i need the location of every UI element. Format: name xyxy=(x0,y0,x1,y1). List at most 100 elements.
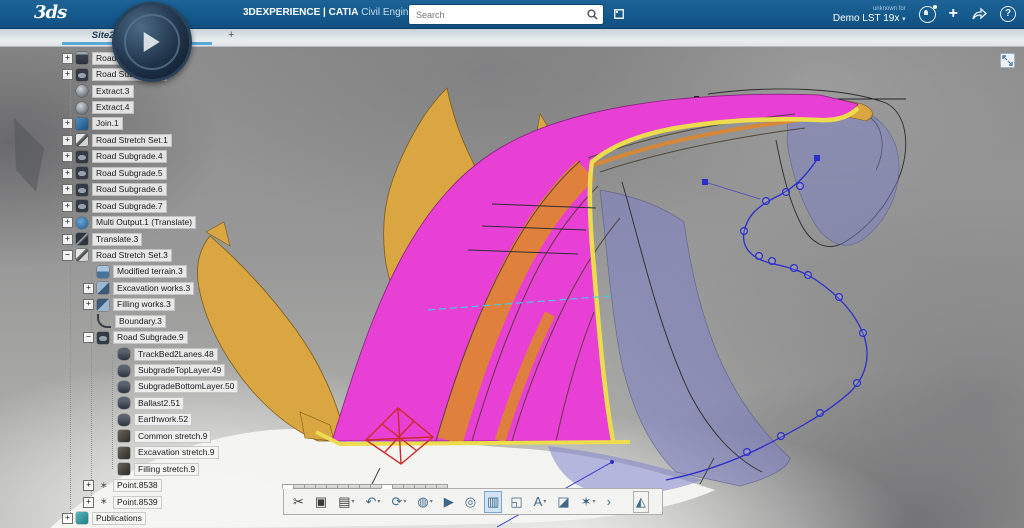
tree-item[interactable]: + Road Stretch Set.1 xyxy=(62,132,238,148)
alignment-point[interactable] xyxy=(854,380,861,387)
tree-item[interactable]: − Road Stretch Set.3 xyxy=(62,247,238,263)
alignment-point[interactable] xyxy=(741,228,748,235)
alignment-point[interactable] xyxy=(783,189,790,196)
tool-update[interactable]: ⟳ ▾ xyxy=(389,492,408,512)
tool-catalog-browser[interactable]: ▥ ▾ xyxy=(485,492,501,512)
tree-item-label[interactable]: Road Stretch Set.1 xyxy=(92,134,172,147)
tree-item[interactable]: Boundary.3 xyxy=(62,313,238,329)
tree-expander[interactable]: + xyxy=(62,118,73,129)
tree-item[interactable]: Filling stretch.9 xyxy=(62,461,238,477)
tool-caret-icon[interactable]: ▾ xyxy=(377,498,380,505)
tree-expander[interactable]: + xyxy=(62,184,73,195)
tree-item-label[interactable]: Common stretch.9 xyxy=(134,430,211,443)
tree-item-label[interactable]: Boundary.3 xyxy=(115,315,166,328)
tree-item-label[interactable]: Excavation works.3 xyxy=(113,282,194,295)
tree-item[interactable]: + Excavation works.3 xyxy=(62,280,238,296)
tree-expander[interactable]: + xyxy=(62,135,73,146)
maximize-viewport-icon[interactable] xyxy=(1000,53,1015,68)
tree-expander[interactable]: − xyxy=(62,250,73,261)
user-menu[interactable]: unknown for Demo LST 19x ▾ xyxy=(833,5,906,24)
tree-item-label[interactable]: Road Subgrade.5 xyxy=(92,167,167,180)
tree-item[interactable]: + Road Subgrade.7 xyxy=(62,198,238,214)
tool-copy[interactable]: ▣ ▾ xyxy=(313,492,329,512)
tree-item[interactable]: + Road Subgrade.6 xyxy=(62,182,238,198)
tree-expander[interactable]: + xyxy=(62,168,73,179)
tree-item[interactable]: Ballast2.51 xyxy=(62,395,238,411)
tree-item[interactable]: Excavation stretch.9 xyxy=(62,445,238,461)
compass-play-icon[interactable] xyxy=(144,32,160,52)
tree-expander[interactable]: − xyxy=(83,332,94,343)
tree-item-label[interactable]: Excavation stretch.9 xyxy=(134,446,219,459)
alignment-point[interactable] xyxy=(817,410,824,417)
tree-item[interactable]: SubgradeTopLayer.49 xyxy=(62,362,238,378)
tree-item[interactable]: + Translate.3 xyxy=(62,231,238,247)
tree-expander[interactable]: + xyxy=(62,513,73,524)
help-icon[interactable]: ? xyxy=(1000,6,1016,22)
tree-item-label[interactable]: Road Subgrade.6 xyxy=(92,183,167,196)
model-tree[interactable]: + Road Surface.1 + Road Subgrade.1 Extra… xyxy=(62,50,238,527)
tree-item[interactable]: Extract.4 xyxy=(62,99,238,115)
tool-measure[interactable]: ✶ ▾ xyxy=(579,492,598,512)
tree-item-label[interactable]: Modified terrain.3 xyxy=(113,265,187,278)
tool-extra-tool[interactable]: ◭ ▾ xyxy=(634,492,648,512)
tree-item[interactable]: + Multi Output.1 (Translate) xyxy=(62,214,238,230)
tool-preview[interactable]: ◎ ▾ xyxy=(463,492,478,512)
tree-item[interactable]: + Road Subgrade.4 xyxy=(62,149,238,165)
tree-item[interactable]: + Join.1 xyxy=(62,116,238,132)
search-bar[interactable] xyxy=(408,4,604,25)
tree-expander[interactable]: + xyxy=(83,480,94,491)
tree-item[interactable]: + Publications xyxy=(62,510,238,526)
tree-expander[interactable]: + xyxy=(83,283,94,294)
tree-expander[interactable]: + xyxy=(62,53,73,64)
search-icon[interactable] xyxy=(587,9,598,20)
alignment-point[interactable] xyxy=(763,198,770,205)
tree-item-label[interactable]: Multi Output.1 (Translate) xyxy=(92,216,196,229)
tree-item-label[interactable]: Extract.3 xyxy=(92,85,134,98)
tree-item-label[interactable]: Road Subgrade.9 xyxy=(113,331,188,344)
alignment-point[interactable] xyxy=(797,183,804,190)
tool-more[interactable]: › ▾ xyxy=(605,492,613,512)
add-content-icon[interactable]: + xyxy=(949,6,958,22)
tree-item[interactable]: Common stretch.9 xyxy=(62,428,238,444)
tree-expander[interactable]: + xyxy=(83,299,94,310)
tool-run[interactable]: ▶ ▾ xyxy=(442,492,456,512)
tree-item-label[interactable]: Earthwork.52 xyxy=(134,413,192,426)
tree-expander[interactable]: + xyxy=(62,234,73,245)
3d-viewport[interactable]: + Road Surface.1 + Road Subgrade.1 Extra… xyxy=(0,46,1024,528)
tree-item-label[interactable]: Filling stretch.9 xyxy=(134,463,199,476)
tree-item-label[interactable]: Road Subgrade.4 xyxy=(92,150,167,163)
tree-expander[interactable]: + xyxy=(62,69,73,80)
tree-expander[interactable]: + xyxy=(62,151,73,162)
tag-icon[interactable] xyxy=(611,6,628,23)
ribbon-tab-touch[interactable] xyxy=(436,484,448,489)
new-tab-button[interactable]: + xyxy=(228,29,234,41)
tree-item-label[interactable]: Translate.3 xyxy=(92,233,142,246)
tree-item-label[interactable]: Point.8539 xyxy=(113,496,162,509)
alignment-point[interactable] xyxy=(756,253,763,260)
tree-item[interactable]: − Road Subgrade.9 xyxy=(62,329,238,345)
tool-caret-icon[interactable]: ▾ xyxy=(403,498,406,505)
tree-item-label[interactable]: SubgradeTopLayer.49 xyxy=(134,364,225,377)
alignment-point[interactable] xyxy=(805,272,812,279)
tree-item[interactable]: Earthwork.52 xyxy=(62,412,238,428)
tree-item-label[interactable]: Ballast2.51 xyxy=(134,397,184,410)
3dexperience-compass[interactable] xyxy=(112,2,192,82)
tree-item-label[interactable]: Publications xyxy=(92,512,146,525)
alignment-point[interactable] xyxy=(769,258,776,265)
search-input[interactable] xyxy=(409,10,587,20)
tree-item-label[interactable]: Join.1 xyxy=(92,117,123,130)
tree-item[interactable]: + Filling works.3 xyxy=(62,297,238,313)
tree-item-label[interactable]: Extract.4 xyxy=(92,101,134,114)
tree-expander[interactable]: + xyxy=(62,217,73,228)
tool-caret-icon[interactable]: ▾ xyxy=(593,498,596,505)
tree-item[interactable]: SubgradeBottomLayer.50 xyxy=(62,379,238,395)
tool-share-screen[interactable]: ◱ ▾ xyxy=(508,492,524,512)
tool-section[interactable]: ◪ ▾ xyxy=(555,492,571,512)
tree-item-label[interactable]: Road Stretch Set.3 xyxy=(92,249,172,262)
alignment-point[interactable] xyxy=(778,433,785,440)
tool-explore[interactable]: ◍ ▾ xyxy=(415,492,434,512)
tool-annotations[interactable]: A ▾ xyxy=(532,492,549,512)
tree-item-label[interactable]: SubgradeBottomLayer.50 xyxy=(134,380,238,393)
tree-item[interactable]: + Point.8538 xyxy=(62,477,238,493)
tree-item[interactable]: + Road Subgrade.5 xyxy=(62,165,238,181)
